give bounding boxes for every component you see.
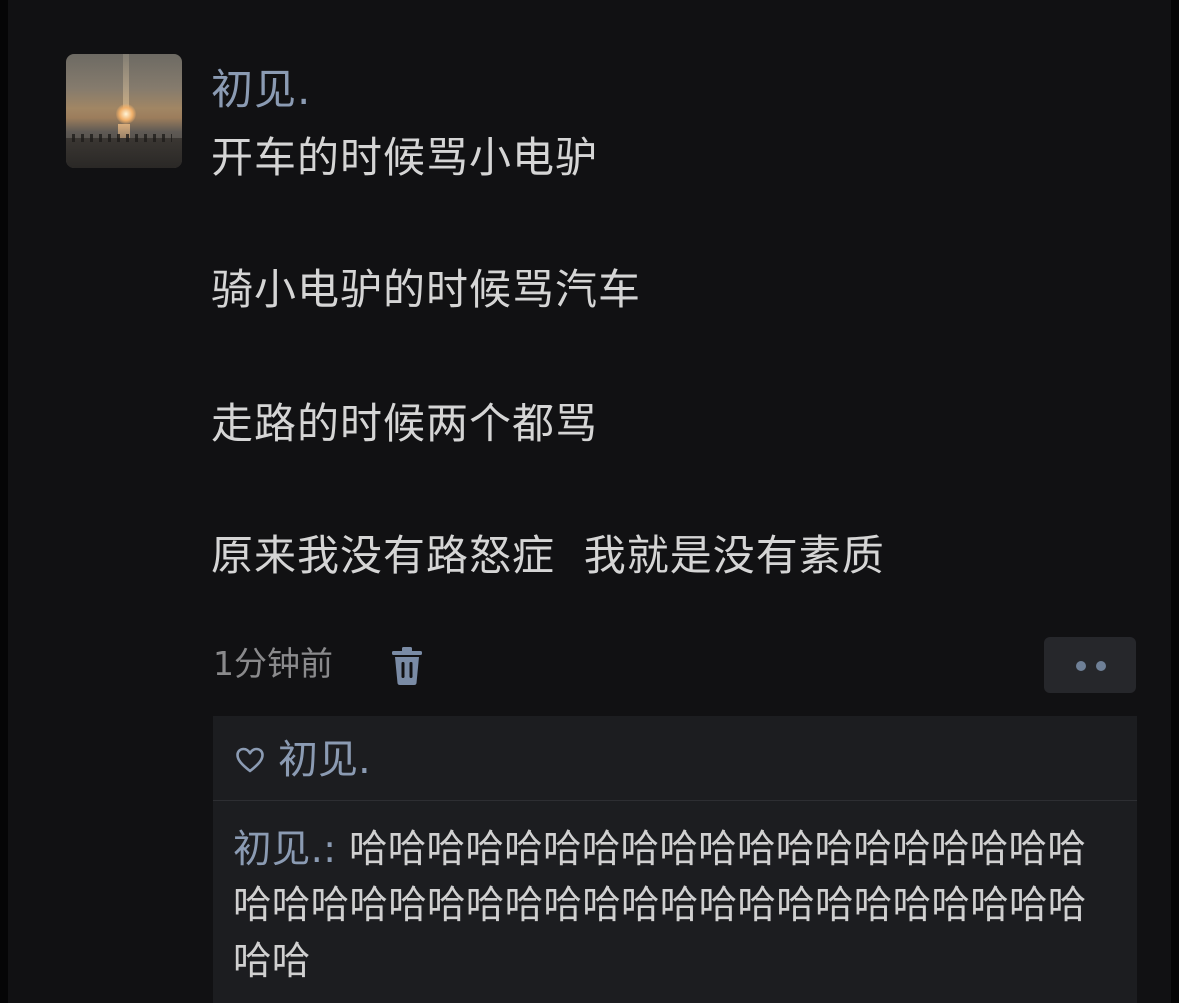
author-name[interactable]: 初见. xyxy=(211,62,311,118)
comment-author[interactable]: 初见. xyxy=(233,827,323,872)
trash-icon[interactable] xyxy=(389,646,425,686)
post-text-line: 原来我没有路怒症 我就是没有素质 xyxy=(211,531,885,580)
liker-name[interactable]: 初见. xyxy=(278,734,371,786)
avatar-sun xyxy=(116,104,136,124)
avatar-people xyxy=(72,134,172,142)
left-edge xyxy=(0,0,8,1003)
comment-separator: : xyxy=(323,827,349,872)
likes-row: 初见. xyxy=(213,716,1137,800)
moments-screen: 初见. 开车的时候骂小电驴 骑小电驴的时候骂汽车 走路的时候两个都骂 原来我没有… xyxy=(0,0,1179,1003)
heart-icon xyxy=(236,747,264,773)
more-dots-icon xyxy=(1096,661,1106,671)
post-text-line: 开车的时候骂小电驴 xyxy=(211,133,599,182)
avatar-shore xyxy=(66,138,182,168)
more-button[interactable] xyxy=(1044,637,1136,693)
post-timestamp: 1分钟前 xyxy=(213,644,333,683)
likes-comments-panel: 初见. 初见.: 哈哈哈哈哈哈哈哈哈哈哈哈哈哈哈哈哈哈哈哈哈哈哈哈哈哈哈哈哈哈哈… xyxy=(213,716,1137,1003)
post-text-line: 骑小电驴的时候骂汽车 xyxy=(211,265,642,314)
comment-text: 哈哈哈哈哈哈哈哈哈哈哈哈哈哈哈哈哈哈哈哈哈哈哈哈哈哈哈哈哈哈哈哈哈哈哈哈哈哈哈哈… xyxy=(233,827,1087,984)
post-text-line: 走路的时候两个都骂 xyxy=(211,399,599,448)
more-dots-icon xyxy=(1076,661,1086,671)
avatar[interactable] xyxy=(66,54,182,168)
right-edge xyxy=(1171,0,1179,1003)
panel-divider xyxy=(213,800,1137,801)
comment[interactable]: 初见.: 哈哈哈哈哈哈哈哈哈哈哈哈哈哈哈哈哈哈哈哈哈哈哈哈哈哈哈哈哈哈哈哈哈哈哈… xyxy=(233,822,1113,990)
